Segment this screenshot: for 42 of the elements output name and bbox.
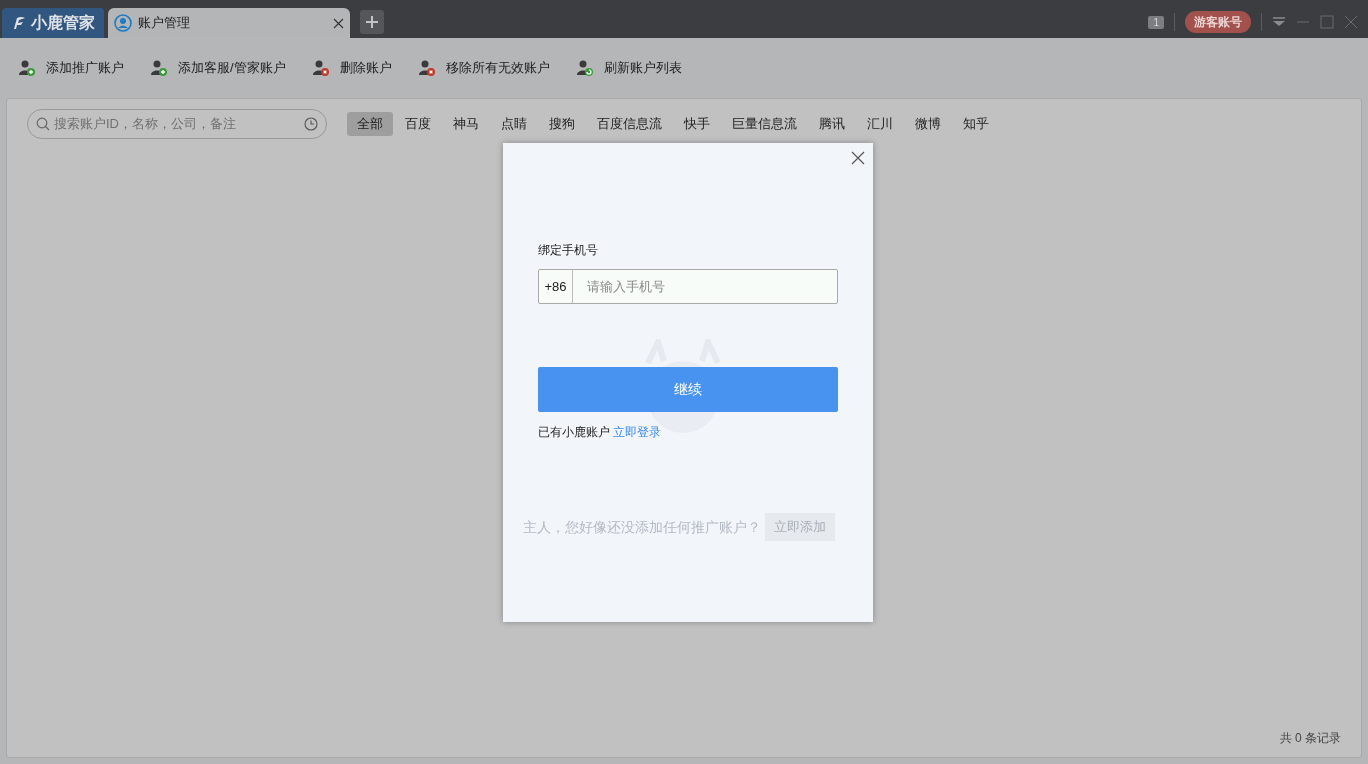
tab[interactable]: 账户管理 xyxy=(108,8,350,38)
record-count: 共 0 条记录 xyxy=(1279,730,1341,747)
toolbar-button[interactable]: 删除账户 xyxy=(311,58,392,78)
filter-tab[interactable]: 腾讯 xyxy=(809,112,855,136)
filter-tab[interactable]: 巨量信息流 xyxy=(722,112,807,136)
filter-tab[interactable]: 快手 xyxy=(674,112,720,136)
remove-user-icon xyxy=(311,59,330,77)
close-icon[interactable] xyxy=(333,17,344,29)
guest-account-badge[interactable]: 游客账号 xyxy=(1185,11,1251,33)
country-code[interactable]: +86 xyxy=(539,270,573,303)
new-tab-icon[interactable] xyxy=(360,10,384,34)
user-circle-icon xyxy=(114,14,132,32)
empty-state-message: 主人，您好像还没添加任何推广账户？ xyxy=(523,517,761,537)
filter-tab[interactable]: 百度 xyxy=(395,112,441,136)
phone-field[interactable]: +86 请输入手机号 xyxy=(538,269,838,304)
refresh-user-icon xyxy=(575,59,594,77)
logo-icon xyxy=(11,15,27,31)
toolbar-button[interactable]: 刷新账户列表 xyxy=(575,58,682,78)
login-prompt: 已有小鹿账户 立即登录 xyxy=(538,424,663,441)
field-label: 绑定手机号 xyxy=(538,242,599,259)
app-logo[interactable]: 小鹿管家 xyxy=(2,8,104,38)
filter-tab[interactable]: 神马 xyxy=(443,112,489,136)
toolbar-button[interactable]: 移除所有无效账户 xyxy=(417,58,550,78)
add-user-icon xyxy=(150,59,168,77)
history-icon[interactable] xyxy=(304,117,318,131)
filter-tab[interactable]: 知乎 xyxy=(953,112,999,136)
search-input[interactable]: 搜索账户ID，名称，公司，备注 xyxy=(54,114,300,134)
filter-tab[interactable]: 汇川 xyxy=(857,112,903,136)
filter-tab[interactable]: 全部 xyxy=(347,112,393,136)
filter-tab[interactable]: 百度信息流 xyxy=(587,112,672,136)
logo-text: 小鹿管家 xyxy=(31,13,95,33)
add-user-icon xyxy=(18,59,36,77)
phone-input[interactable]: 请输入手机号 xyxy=(573,276,837,297)
filter-tab[interactable]: 搜狗 xyxy=(539,112,585,136)
filter-tab[interactable]: 点睛 xyxy=(491,112,537,136)
remove-user-icon xyxy=(417,59,436,77)
toolbar-button[interactable]: 添加推广账户 xyxy=(18,58,124,78)
toolbar-button[interactable]: 添加客服/管家账户 xyxy=(150,58,286,78)
close-icon[interactable] xyxy=(851,151,865,165)
dropdown-icon[interactable] xyxy=(1272,17,1286,27)
filter-tab[interactable]: 微博 xyxy=(905,112,951,136)
search-icon xyxy=(36,117,50,131)
